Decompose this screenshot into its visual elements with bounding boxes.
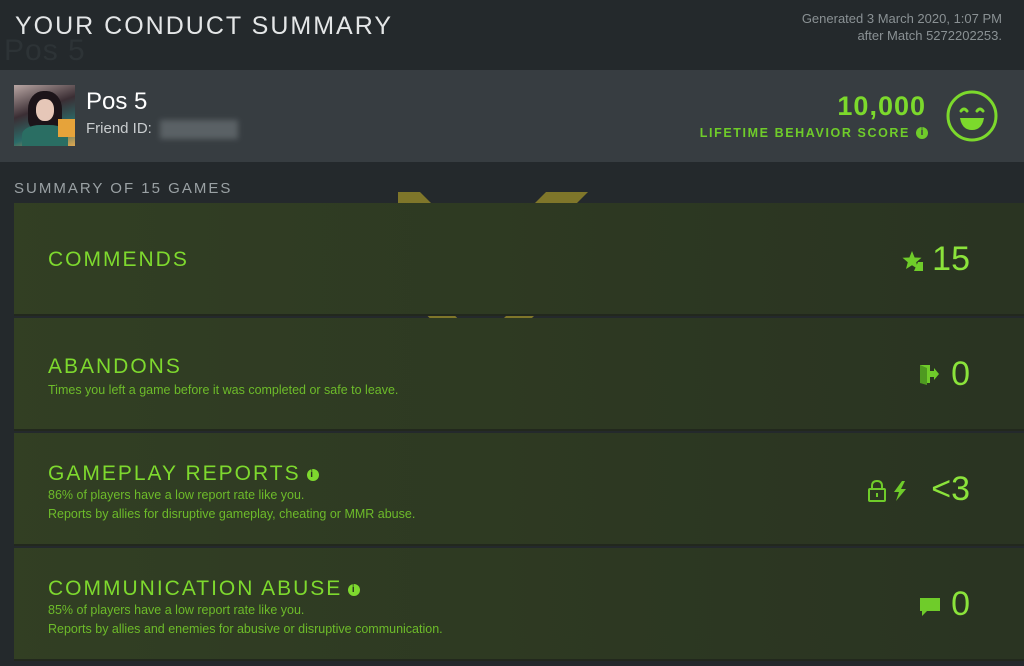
- generated-info: Generated 3 March 2020, 1:07 PM after Ma…: [802, 10, 1002, 44]
- commends-value: 15: [932, 240, 970, 278]
- behavior-score-label: LIFETIME BEHAVIOR SCORE: [699, 126, 910, 140]
- summary-cards: COMMENDS 15 ABANDONS Times you left a ga…: [14, 203, 1024, 663]
- abandons-value: 0: [951, 355, 970, 393]
- gameplay-reports-description: 86% of players have a low report rate li…: [48, 488, 416, 521]
- chat-bubble-icon: [920, 598, 940, 616]
- gameplay-reports-card: GAMEPLAY REPORTS i 86% of players have a …: [14, 433, 1024, 546]
- avatar[interactable]: [14, 85, 75, 146]
- star-icon: [902, 251, 923, 271]
- communication-abuse-description: 85% of players have a low report rate li…: [48, 603, 443, 636]
- friend-id-value-blurred: [160, 120, 238, 139]
- generated-date: Generated 3 March 2020, 1:07 PM: [801, 11, 1002, 26]
- abandons-description: Times you left a game before it was comp…: [48, 383, 399, 397]
- communication-abuse-info-icon[interactable]: i: [348, 584, 361, 596]
- behavior-score-info-icon[interactable]: i: [916, 127, 928, 139]
- communication-abuse-title: COMMUNICATION ABUSE i: [48, 577, 361, 601]
- abandons-card: ABANDONS Times you left a game before it…: [14, 318, 1024, 431]
- gameplay-reports-title: GAMEPLAY REPORTS i: [48, 462, 319, 486]
- page-title: YOUR CONDUCT SUMMARY: [15, 12, 393, 40]
- exit-door-icon: [920, 365, 939, 385]
- page-header: YOUR CONDUCT SUMMARY Generated 3 March 2…: [0, 0, 1024, 70]
- player-name: Pos 5: [86, 88, 148, 115]
- friend-id-label: Friend ID:: [86, 120, 152, 137]
- smiley-face-icon: [946, 90, 998, 142]
- commends-title: COMMENDS: [48, 248, 189, 271]
- summary-heading: SUMMARY OF 15 GAMES: [14, 180, 233, 197]
- lock-lightning-icon: [868, 480, 906, 502]
- communication-abuse-value: 0: [951, 585, 970, 623]
- gameplay-reports-value: <3: [931, 470, 970, 508]
- abandons-title: ABANDONS: [48, 355, 182, 378]
- generated-match: after Match 5272202253.: [857, 28, 1002, 43]
- profile-bar: Pos 5 Friend ID: 10,000 LIFETIME BEHAVIO…: [0, 70, 1024, 162]
- commends-card: COMMENDS 15: [14, 203, 1024, 316]
- communication-abuse-card: COMMUNICATION ABUSE i 85% of players have…: [14, 548, 1024, 661]
- behavior-score-value: 10,000: [837, 91, 926, 121]
- gameplay-reports-info-icon[interactable]: i: [306, 469, 319, 481]
